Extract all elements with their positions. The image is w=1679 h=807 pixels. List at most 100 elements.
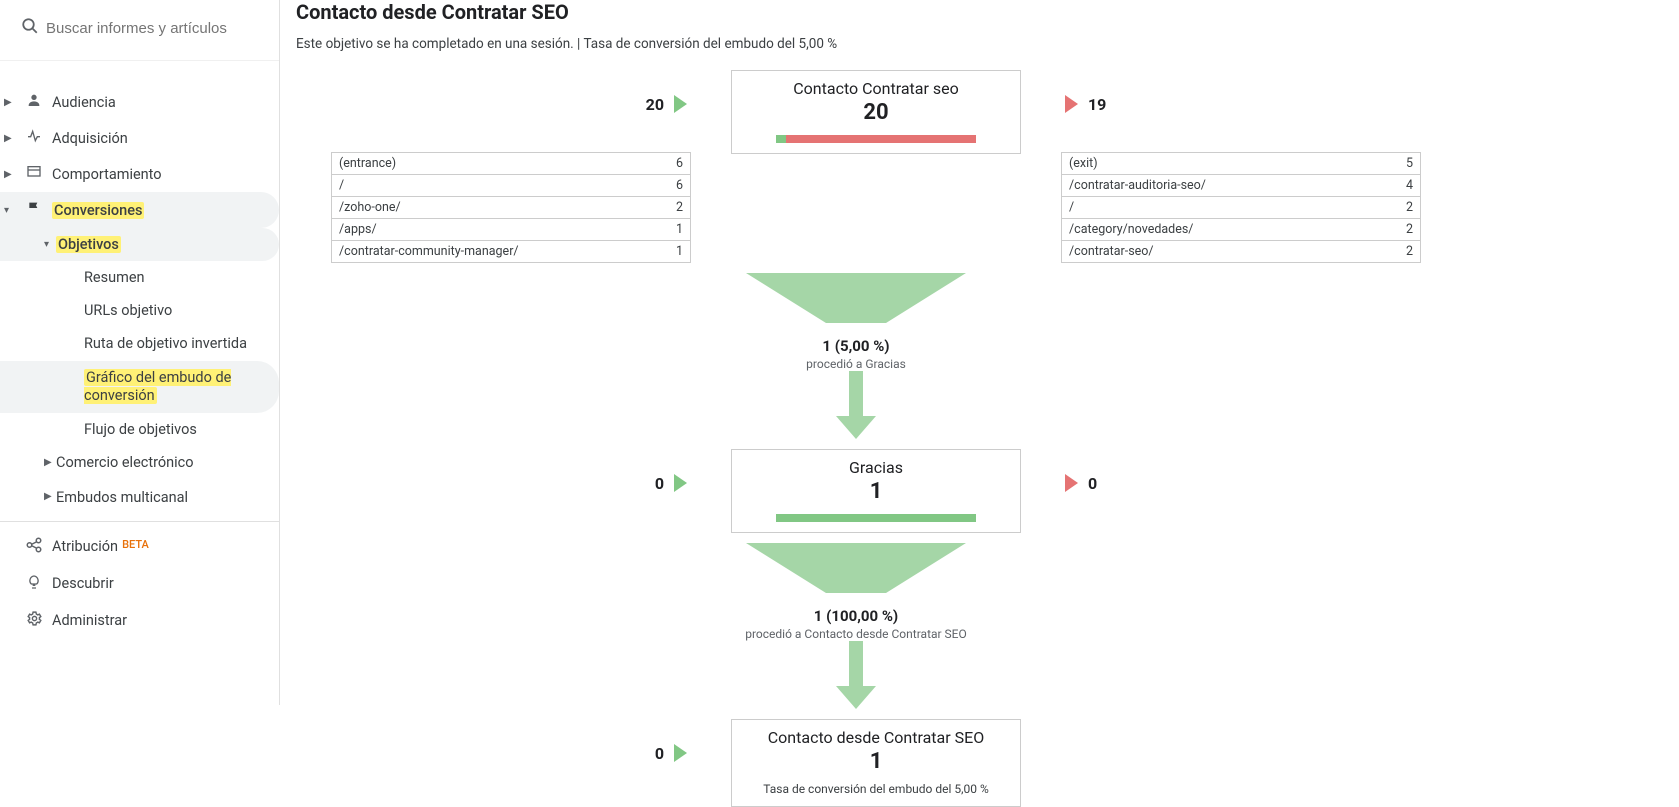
nav-goals[interactable]: ▾ Objetivos <box>0 228 279 261</box>
nav-behavior-label: Comportamiento <box>52 166 267 183</box>
nav-goals-summary-label: Resumen <box>84 269 267 286</box>
exit-path: /contratar-auditoria-seo/ <box>1062 175 1381 197</box>
stage-1-drop-text: 1 (100,00 %) <box>691 607 1021 625</box>
src-n: 6 <box>651 175 691 197</box>
nav-goal-urls-label: URLs objetivo <box>84 302 267 319</box>
stage-0-drop-text: 1 (5,00 %) <box>691 337 1021 355</box>
search-row[interactable] <box>0 0 279 56</box>
nav-acquisition-label: Adquisición <box>52 130 267 147</box>
stage-0-bar <box>776 135 976 143</box>
arrow-in-icon <box>674 474 687 492</box>
main-panel: Contacto desde Contratar SEO Este objeti… <box>296 0 1679 807</box>
nav-mcf-label: Embudos multicanal <box>56 489 267 507</box>
arrow-in-icon <box>674 95 687 113</box>
stage-0-count: 20 <box>742 100 1010 125</box>
sidebar: ▶ Audiencia ▶ Adquisición ▶ Comportamien… <box>0 0 280 705</box>
stage-0-drop-sub: procedió a Gracias <box>691 357 1021 371</box>
src-path: /apps/ <box>332 219 651 241</box>
nav-admin[interactable]: Administrar <box>0 602 279 639</box>
person-icon <box>16 92 52 112</box>
stage-1-card: Gracias 1 <box>731 449 1021 533</box>
arrow-out-icon <box>1065 474 1078 492</box>
final-card: Contacto desde Contratar SEO 1 Tasa de c… <box>731 719 1021 807</box>
stage-1-name: Gracias <box>742 458 1010 477</box>
arrow-down-icon <box>836 641 876 711</box>
nav-reverse-goal-path-label: Ruta de objetivo invertida <box>84 335 267 353</box>
nav-funnel-visualization-label: Gráfico del embudo de conversión <box>84 369 267 405</box>
stage-0-name: Contacto Contratar seo <box>742 79 1010 98</box>
nav-goals-label: Objetivos <box>56 236 267 253</box>
nav-attribution-label: AtribuciónBETA <box>52 538 267 555</box>
arrow-down-icon <box>836 371 876 441</box>
chevron-right-icon: ▶ <box>4 169 16 180</box>
stage-1-count: 1 <box>742 479 1010 504</box>
stage-0-exits-table: (exit)5 /contratar-auditoria-seo/4 /2 /c… <box>1061 152 1421 263</box>
nav-conversions-label: Conversiones <box>52 202 267 219</box>
flag-icon <box>16 200 52 220</box>
search-icon <box>16 17 44 39</box>
chevron-right-icon: ▶ <box>4 133 16 144</box>
funnel-trapezoid-icon <box>746 543 966 603</box>
nav-acquisition[interactable]: ▶ Adquisición <box>0 120 279 156</box>
src-n: 1 <box>651 241 691 263</box>
nav-audience-label: Audiencia <box>52 94 267 111</box>
final-in-count: 0 <box>655 744 664 763</box>
src-n: 6 <box>651 153 691 175</box>
bulb-icon <box>16 574 52 594</box>
src-n: 2 <box>651 197 691 219</box>
src-path: / <box>332 175 651 197</box>
nav-reverse-goal-path[interactable]: Ruta de objetivo invertida <box>0 327 279 361</box>
search-input[interactable] <box>44 19 263 38</box>
sidebar-top-cut <box>0 60 279 84</box>
exit-path: / <box>1062 197 1381 219</box>
chevron-right-icon: ▶ <box>44 457 56 470</box>
exit-n: 2 <box>1381 219 1421 241</box>
funnel-trapezoid-icon <box>746 273 966 333</box>
page-title: Contacto desde Contratar SEO <box>296 0 1679 24</box>
chevron-down-icon: ▾ <box>44 239 56 250</box>
exit-n: 4 <box>1381 175 1421 197</box>
gear-icon <box>16 610 52 631</box>
nav-admin-label: Administrar <box>52 612 267 629</box>
nav-attribution[interactable]: AtribuciónBETA <box>0 528 279 566</box>
exit-n: 5 <box>1381 153 1421 175</box>
arrow-in-icon <box>674 744 687 762</box>
nav-goal-flow[interactable]: Flujo de objetivos <box>0 413 279 446</box>
stage-0-sources-table: (entrance)6 /6 /zoho-one/2 /apps/1 /cont… <box>331 152 691 263</box>
exit-n: 2 <box>1381 241 1421 263</box>
nav-funnel-visualization[interactable]: Gráfico del embudo de conversión <box>0 361 279 413</box>
nav-discover[interactable]: Descubrir <box>0 566 279 602</box>
nav-ecommerce-label: Comercio electrónico <box>56 454 267 472</box>
nav-mcf[interactable]: ▶ Embudos multicanal <box>0 481 279 515</box>
arrow-out-icon <box>1065 95 1078 113</box>
src-path: /contratar-community-manager/ <box>332 241 651 263</box>
nav-ecommerce[interactable]: ▶ Comercio electrónico <box>0 446 279 480</box>
nav-discover-label: Descubrir <box>52 575 267 592</box>
nav-goal-urls[interactable]: URLs objetivo <box>0 294 279 327</box>
stage-0-in-count: 20 <box>646 95 664 114</box>
stage-1-in-count: 0 <box>655 474 664 493</box>
chevron-down-icon: ▾ <box>4 205 16 216</box>
nav-behavior[interactable]: ▶ Comportamiento <box>0 156 279 192</box>
stage-1-out-count: 0 <box>1088 474 1097 493</box>
exit-path: /contratar-seo/ <box>1062 241 1381 263</box>
src-n: 1 <box>651 219 691 241</box>
chevron-right-icon: ▶ <box>44 491 56 504</box>
stage-1-drop-sub: procedió a Contacto desde Contratar SEO <box>691 627 1021 641</box>
final-name: Contacto desde Contratar SEO <box>742 728 1010 747</box>
attribution-icon <box>16 536 52 558</box>
exit-path: /category/novedades/ <box>1062 219 1381 241</box>
nav-goals-summary[interactable]: Resumen <box>0 261 279 294</box>
chevron-right-icon: ▶ <box>4 97 16 108</box>
final-count: 1 <box>742 749 1010 774</box>
nav-goal-flow-label: Flujo de objetivos <box>84 421 267 438</box>
stage-0-out-count: 19 <box>1088 95 1106 114</box>
nav-conversions[interactable]: ▾ Conversiones <box>0 192 279 228</box>
src-path: (entrance) <box>332 153 651 175</box>
nav-audience[interactable]: ▶ Audiencia <box>0 84 279 120</box>
behavior-icon <box>16 164 52 184</box>
acquisition-icon <box>16 128 52 148</box>
exit-path: (exit) <box>1062 153 1381 175</box>
exit-n: 2 <box>1381 197 1421 219</box>
final-rate: Tasa de conversión del embudo del 5,00 % <box>742 782 1010 796</box>
